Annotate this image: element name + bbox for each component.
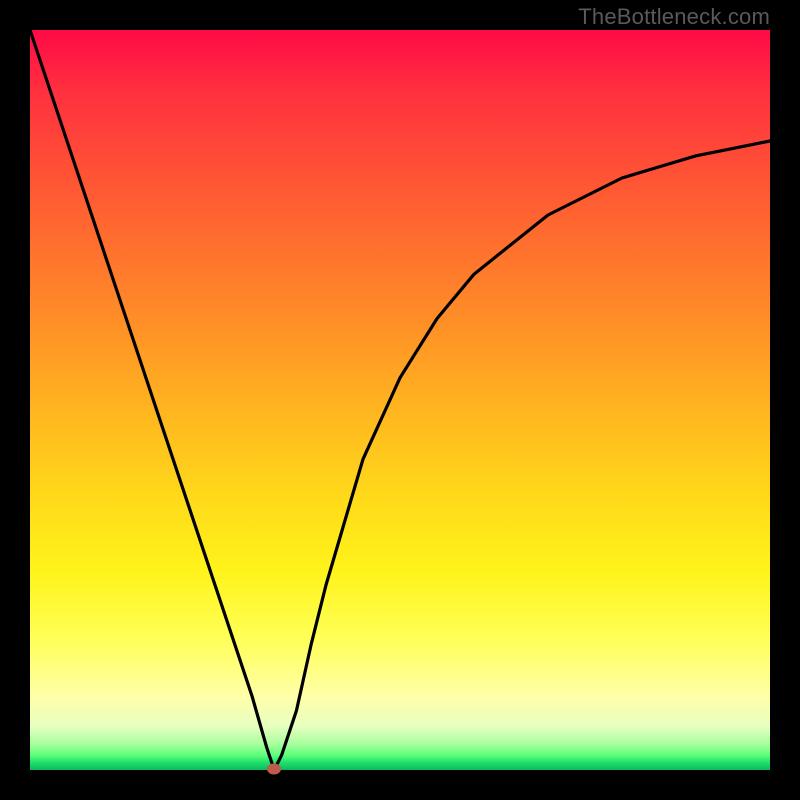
plot-area [30,30,770,770]
curve-svg [30,30,770,770]
bottleneck-curve [30,30,770,770]
chart-container: TheBottleneck.com [0,0,800,800]
optimal-point-marker [267,764,281,775]
watermark-text: TheBottleneck.com [578,4,770,30]
